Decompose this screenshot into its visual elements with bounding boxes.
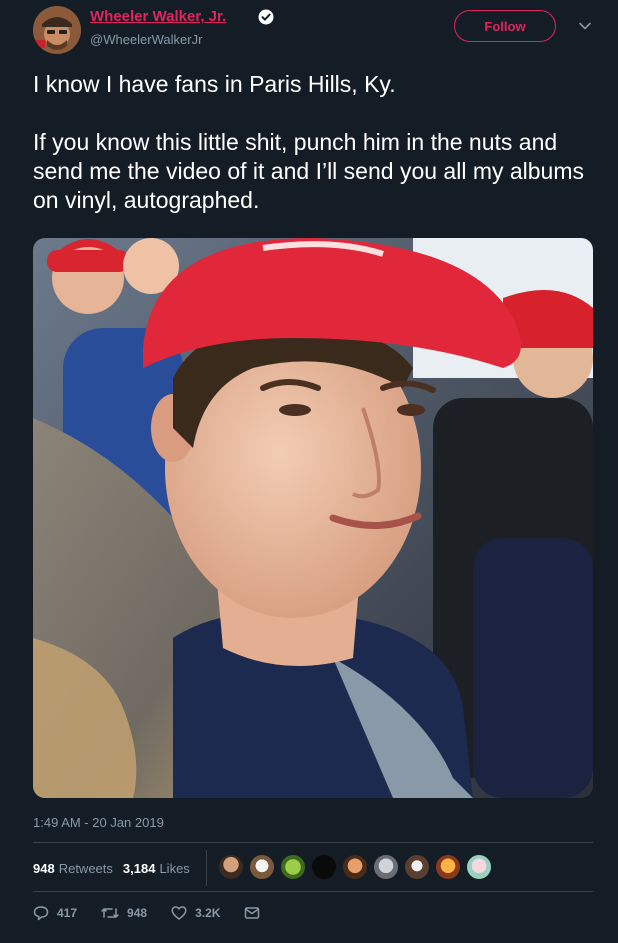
retweet-icon <box>101 908 119 918</box>
retweets-label: Retweets <box>58 860 113 876</box>
verified-badge-icon <box>258 9 274 25</box>
liker-avatar[interactable] <box>218 854 244 880</box>
liker-avatar[interactable] <box>466 854 492 880</box>
divider <box>33 891 593 892</box>
tweet-stats: 948 Retweets 3,184 Likes <box>33 858 200 878</box>
like-button[interactable]: 3.2K <box>171 905 220 921</box>
follow-button[interactable]: Follow <box>454 10 556 42</box>
tweet-photo[interactable] <box>33 238 593 798</box>
user-avatar[interactable] <box>33 6 81 54</box>
retweets-count: 948 <box>33 860 55 876</box>
divider <box>33 842 593 843</box>
liker-avatar[interactable] <box>373 854 399 880</box>
tweet-actions: 417 948 3.2K <box>33 903 292 923</box>
heart-icon <box>171 906 187 920</box>
display-name[interactable]: Wheeler Walker, Jr. <box>90 8 226 25</box>
liker-avatar[interactable] <box>280 854 306 880</box>
retweet-button[interactable]: 948 <box>101 905 147 921</box>
reply-button[interactable]: 417 <box>33 905 77 921</box>
tweet-timestamp[interactable]: 1:49 AM - 20 Jan 2019 <box>33 815 164 830</box>
reply-count: 417 <box>57 906 78 920</box>
liker-avatar[interactable] <box>342 854 368 880</box>
likes-stat[interactable]: 3,184 Likes <box>123 861 190 876</box>
chevron-down-icon[interactable] <box>577 18 593 34</box>
retweet-count: 948 <box>127 906 148 920</box>
liker-avatar[interactable] <box>435 854 461 880</box>
stats-separator <box>206 850 207 886</box>
tweet-paragraph: If you know this little shit, punch him … <box>33 129 585 213</box>
liker-avatars <box>218 854 497 880</box>
liker-avatar[interactable] <box>311 854 337 880</box>
tweet-text: I know I have fans in Paris Hills, Ky. I… <box>33 70 593 215</box>
likes-label: Likes <box>159 860 190 876</box>
envelope-icon <box>245 907 260 919</box>
tweet-card: Wheeler Walker, Jr. @WheelerWalkerJr Fol… <box>0 0 618 943</box>
reply-icon <box>33 906 49 921</box>
user-handle[interactable]: @WheelerWalkerJr <box>90 32 202 47</box>
retweets-stat[interactable]: 948 Retweets <box>33 861 113 876</box>
liker-avatar[interactable] <box>404 854 430 880</box>
direct-message-button[interactable] <box>244 905 268 921</box>
likes-count: 3,184 <box>122 860 156 876</box>
like-count: 3.2K <box>195 906 221 920</box>
liker-avatar[interactable] <box>249 854 275 880</box>
tweet-paragraph: I know I have fans in Paris Hills, Ky. <box>33 71 396 97</box>
